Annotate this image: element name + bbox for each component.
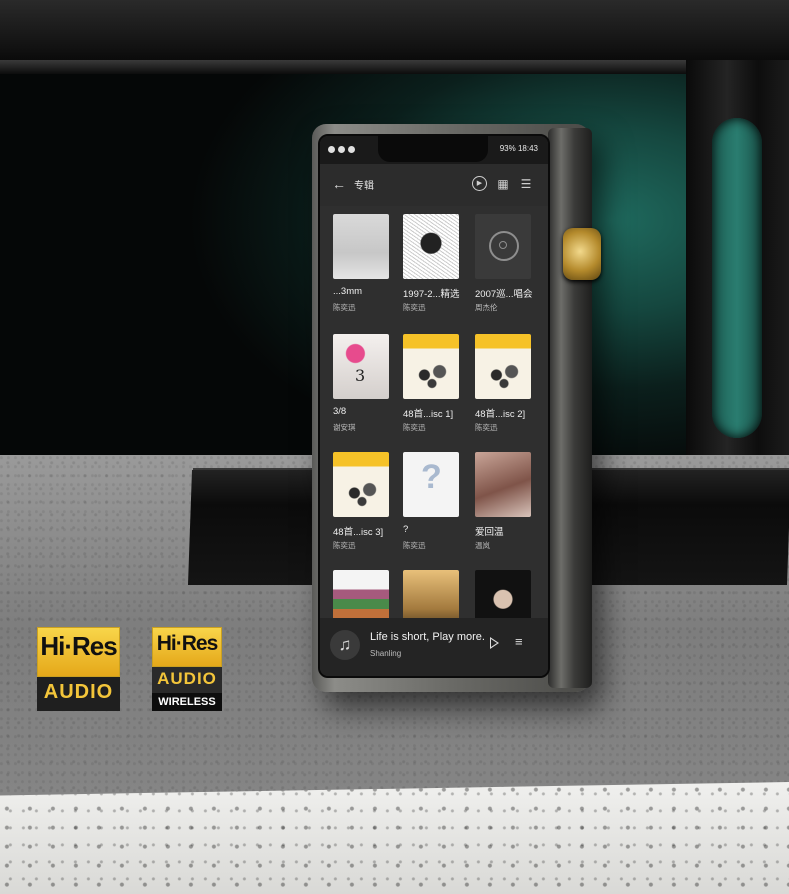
background-stand-opening — [712, 118, 762, 438]
now-playing-bar[interactable]: ♫ Life is short, Play more. Shanling ≡ — [320, 618, 548, 676]
album-artist: 陈奕迅 — [333, 541, 356, 550]
album-title: 2007巡...唱会 — [475, 289, 533, 300]
battery-time: 93% 18:43 — [499, 144, 538, 153]
album-title: 1997-2...精选 — [403, 289, 460, 300]
album-cover: ? — [403, 452, 459, 517]
cover-artwork — [413, 358, 451, 392]
cover-artwork — [343, 476, 381, 510]
player-screen: 93% 18:43 ← 专辑 ▶ ▦ ☰ ...3mm 陈奕迅 1997-2..… — [318, 134, 550, 678]
volume-knob[interactable] — [563, 228, 601, 280]
album-artist: 温岚 — [475, 541, 490, 550]
album-cover: 3 — [333, 334, 389, 399]
album-title: 爱回温 — [475, 527, 504, 538]
play-icon[interactable] — [490, 637, 499, 649]
grid-view-icon[interactable]: ▦ — [495, 176, 511, 192]
album-artist: 陈奕迅 — [475, 423, 498, 432]
cover-artwork-question-mark: ? — [421, 458, 442, 496]
album-cover — [403, 334, 459, 399]
album-artist: 陈奕迅 — [333, 303, 356, 312]
screen-notch — [378, 136, 488, 162]
badge-audio-text: AUDIO — [157, 669, 217, 688]
album-artist: 陈奕迅 — [403, 423, 426, 432]
album-title: 48首...isc 1] — [403, 409, 454, 420]
page-title: 专辑 — [354, 181, 374, 192]
album-title: 3/8 — [333, 406, 347, 417]
queue-icon[interactable]: ≡ — [515, 634, 523, 649]
cover-artwork — [485, 358, 523, 392]
album-artist: 陈奕迅 — [403, 303, 426, 312]
album-cover — [333, 214, 389, 279]
music-note-icon: ♫ — [330, 630, 360, 660]
notification-icon — [328, 146, 335, 153]
status-icons — [328, 146, 355, 153]
back-arrow-icon[interactable]: ← — [332, 176, 346, 192]
album-cover — [333, 452, 389, 517]
hi-res-audio-badge: Hi·Res AUDIO — [37, 627, 120, 711]
foreground-ledge — [0, 782, 789, 894]
list-view-icon[interactable]: ☰ — [518, 176, 534, 192]
play-all-icon[interactable]: ▶ — [472, 176, 487, 191]
settings-icon — [348, 146, 355, 153]
album-cover — [475, 452, 531, 517]
album-title: 48首...isc 3] — [333, 527, 384, 538]
usb-icon — [338, 146, 345, 153]
album-cover-placeholder — [475, 214, 531, 279]
album-cover — [475, 334, 531, 399]
disc-center-icon — [499, 241, 507, 249]
background-beam-edge — [0, 60, 789, 74]
album-title: 48首...isc 2] — [475, 409, 526, 420]
album-cover — [403, 214, 459, 279]
album-title: ? — [403, 524, 409, 535]
hi-res-audio-wireless-badge: Hi·Res AUDIO WIRELESS — [152, 627, 222, 711]
badge-audio-text: AUDIO — [43, 681, 114, 703]
album-artist: 周杰伦 — [475, 303, 498, 312]
now-playing-title: Life is short, Play more. — [370, 631, 485, 643]
album-artist: 陈奕迅 — [403, 541, 426, 550]
cover-artwork-number: 3 — [355, 366, 366, 385]
album-artist: 谢安琪 — [333, 423, 356, 432]
album-title: ...3mm — [333, 286, 363, 297]
badge-hires-text: Hi·Res — [40, 631, 117, 661]
now-playing-artist: Shanling — [370, 649, 402, 658]
badge-hires-text: Hi·Res — [156, 632, 219, 655]
device-side-frame — [548, 128, 592, 688]
app-header: ← 专辑 ▶ ▦ ☰ — [320, 164, 548, 206]
badge-wireless-text: WIRELESS — [152, 693, 222, 711]
